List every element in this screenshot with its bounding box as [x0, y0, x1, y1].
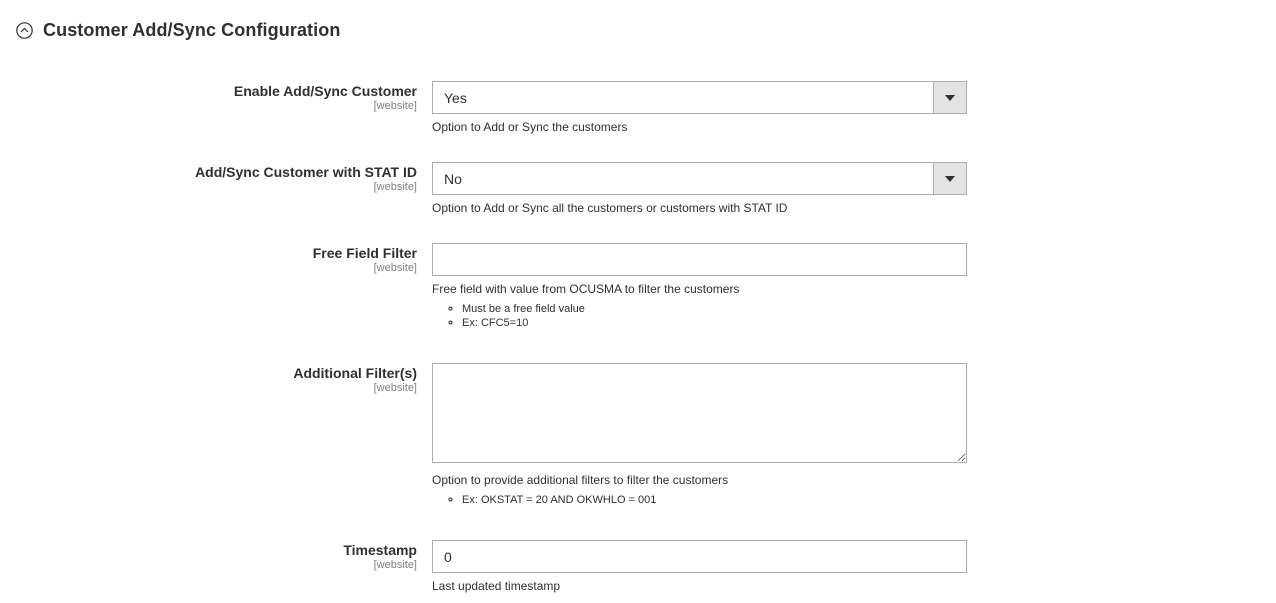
field-label-container: Enable Add/Sync Customer [website]	[234, 82, 417, 113]
field-scope: [website]	[373, 181, 417, 193]
section-title: Customer Add/Sync Configuration	[43, 19, 341, 40]
field-note: Option to Add or Sync all the customers …	[432, 201, 788, 215]
field-label: Additional Filter(s)	[293, 365, 417, 381]
select-value: No	[444, 170, 462, 187]
dropdown-arrow-icon[interactable]	[933, 82, 966, 113]
field-label: Enable Add/Sync Customer	[233, 83, 417, 99]
field-note: Option to provide additional filters to …	[432, 473, 729, 487]
dropdown-arrow-icon[interactable]	[933, 163, 966, 194]
field-scope: [website]	[373, 382, 417, 394]
field-note: Last updated timestamp	[432, 579, 561, 593]
sync-stat-id-select[interactable]: No	[432, 162, 967, 195]
field-label: Free Field Filter	[312, 245, 417, 261]
timestamp-input[interactable]	[432, 540, 967, 573]
additional-filters-textarea[interactable]	[432, 363, 967, 463]
hint-list: Ex: OKSTAT = 20 AND OKWHLO = 001	[432, 493, 656, 507]
hint-item: Ex: CFC5=10	[462, 316, 585, 330]
select-value: Yes	[444, 89, 467, 106]
field-scope: [website]	[373, 100, 417, 112]
hint-item: Must be a free field value	[462, 302, 585, 316]
field-label: Add/Sync Customer with STAT ID	[195, 164, 417, 180]
field-note: Option to Add or Sync the customers	[432, 120, 628, 134]
field-label-container: Free Field Filter [website]	[313, 244, 417, 275]
field-scope: [website]	[373, 559, 417, 571]
section-header-toggle[interactable]: Customer Add/Sync Configuration	[16, 16, 340, 44]
field-label-container: Add/Sync Customer with STAT ID [website]	[195, 163, 417, 194]
field-note: Free field with value from OCUSMA to fil…	[432, 282, 740, 296]
field-label: Timestamp	[343, 542, 417, 558]
field-label-container: Timestamp [website]	[343, 541, 417, 572]
free-field-filter-input[interactable]	[432, 243, 967, 276]
field-label-container: Additional Filter(s) [website]	[293, 364, 417, 395]
collapse-circle-up-icon	[16, 21, 33, 39]
field-scope: [website]	[373, 262, 417, 274]
hint-list: Must be a free field value Ex: CFC5=10	[432, 302, 585, 330]
enable-sync-select[interactable]: Yes	[432, 81, 967, 114]
hint-item: Ex: OKSTAT = 20 AND OKWHLO = 001	[462, 493, 656, 507]
